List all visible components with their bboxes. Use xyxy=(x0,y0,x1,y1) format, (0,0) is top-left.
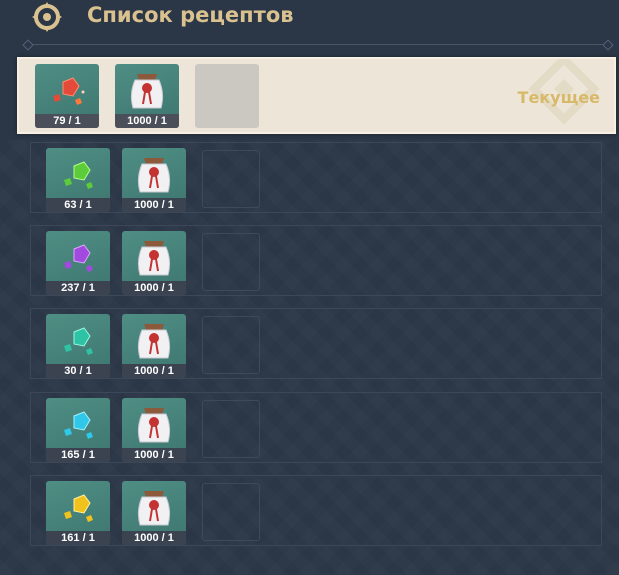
ingredient-count: 1000 / 1 xyxy=(122,364,186,378)
ingredient-count: 1000 / 1 xyxy=(122,448,186,462)
recipe-ingredient-bag[interactable]: 1000 / 1 xyxy=(122,481,186,545)
dust-bag-icon xyxy=(137,158,171,193)
empty-slot xyxy=(202,150,260,208)
recipe-ingredient-gem[interactable]: 165 / 1 xyxy=(46,398,110,462)
ingredient-count: 1000 / 1 xyxy=(122,531,186,545)
recipe-row[interactable]: 30 / 1 1000 / 1 xyxy=(30,308,602,379)
recipe-ingredient-gem[interactable]: 161 / 1 xyxy=(46,481,110,545)
recipe-ingredient-gem[interactable]: 237 / 1 xyxy=(46,231,110,295)
ingredient-count: 1000 / 1 xyxy=(122,281,186,295)
recipe-row[interactable]: 161 / 1 1000 / 1 xyxy=(30,475,602,546)
dust-bag-icon xyxy=(137,408,171,443)
ingredient-count: 161 / 1 xyxy=(46,531,110,545)
recipe-ingredient-bag[interactable]: 1000 / 1 xyxy=(122,314,186,378)
empty-slot xyxy=(202,316,260,374)
empty-slot xyxy=(202,233,260,291)
dust-bag-icon xyxy=(137,241,171,276)
yellow-gem-icon xyxy=(64,494,93,522)
recipe-row[interactable]: 237 / 1 1000 / 1 xyxy=(30,225,602,296)
recipe-ingredient-bag[interactable]: 1000 / 1 xyxy=(122,148,186,212)
ingredient-count: 237 / 1 xyxy=(46,281,110,295)
cyan-gem-icon xyxy=(64,411,93,439)
recipe-ingredient-bag[interactable]: 1000 / 1 xyxy=(115,64,179,128)
ingredient-count: 1000 / 1 xyxy=(115,114,179,128)
teal-gem-icon xyxy=(64,327,93,355)
green-gem-icon xyxy=(64,161,93,189)
recipe-ingredient-bag[interactable]: 1000 / 1 xyxy=(122,398,186,462)
ingredient-count: 165 / 1 xyxy=(46,448,110,462)
empty-slot xyxy=(202,400,260,458)
recipe-ingredient-gem[interactable]: 79 / 1 xyxy=(35,64,99,128)
dust-bag-icon xyxy=(130,74,164,109)
empty-slot xyxy=(195,64,259,128)
recipe-row[interactable]: 165 / 1 1000 / 1 xyxy=(30,392,602,463)
red-gem-icon xyxy=(53,77,85,105)
recipe-ingredient-gem[interactable]: 63 / 1 xyxy=(46,148,110,212)
dust-bag-icon xyxy=(137,491,171,526)
recipe-ingredient-bag[interactable]: 1000 / 1 xyxy=(122,231,186,295)
header: Список рецептов xyxy=(0,0,619,40)
ingredient-count: 63 / 1 xyxy=(46,198,110,212)
current-status-label: Текущее xyxy=(517,88,600,107)
ingredient-count: 30 / 1 xyxy=(46,364,110,378)
recipe-row[interactable]: 63 / 1 1000 / 1 xyxy=(30,142,602,213)
dust-bag-icon xyxy=(137,324,171,359)
recipe-row-current[interactable]: 79 / 1 1000 / 1 Текущее xyxy=(17,57,616,134)
header-divider xyxy=(26,44,610,45)
crafting-logo-icon xyxy=(32,2,62,32)
ingredient-count: 79 / 1 xyxy=(35,114,99,128)
purple-gem-icon xyxy=(64,244,93,272)
empty-slot xyxy=(202,483,260,541)
page-title: Список рецептов xyxy=(87,3,294,27)
recipe-ingredient-gem[interactable]: 30 / 1 xyxy=(46,314,110,378)
ingredient-count: 1000 / 1 xyxy=(122,198,186,212)
